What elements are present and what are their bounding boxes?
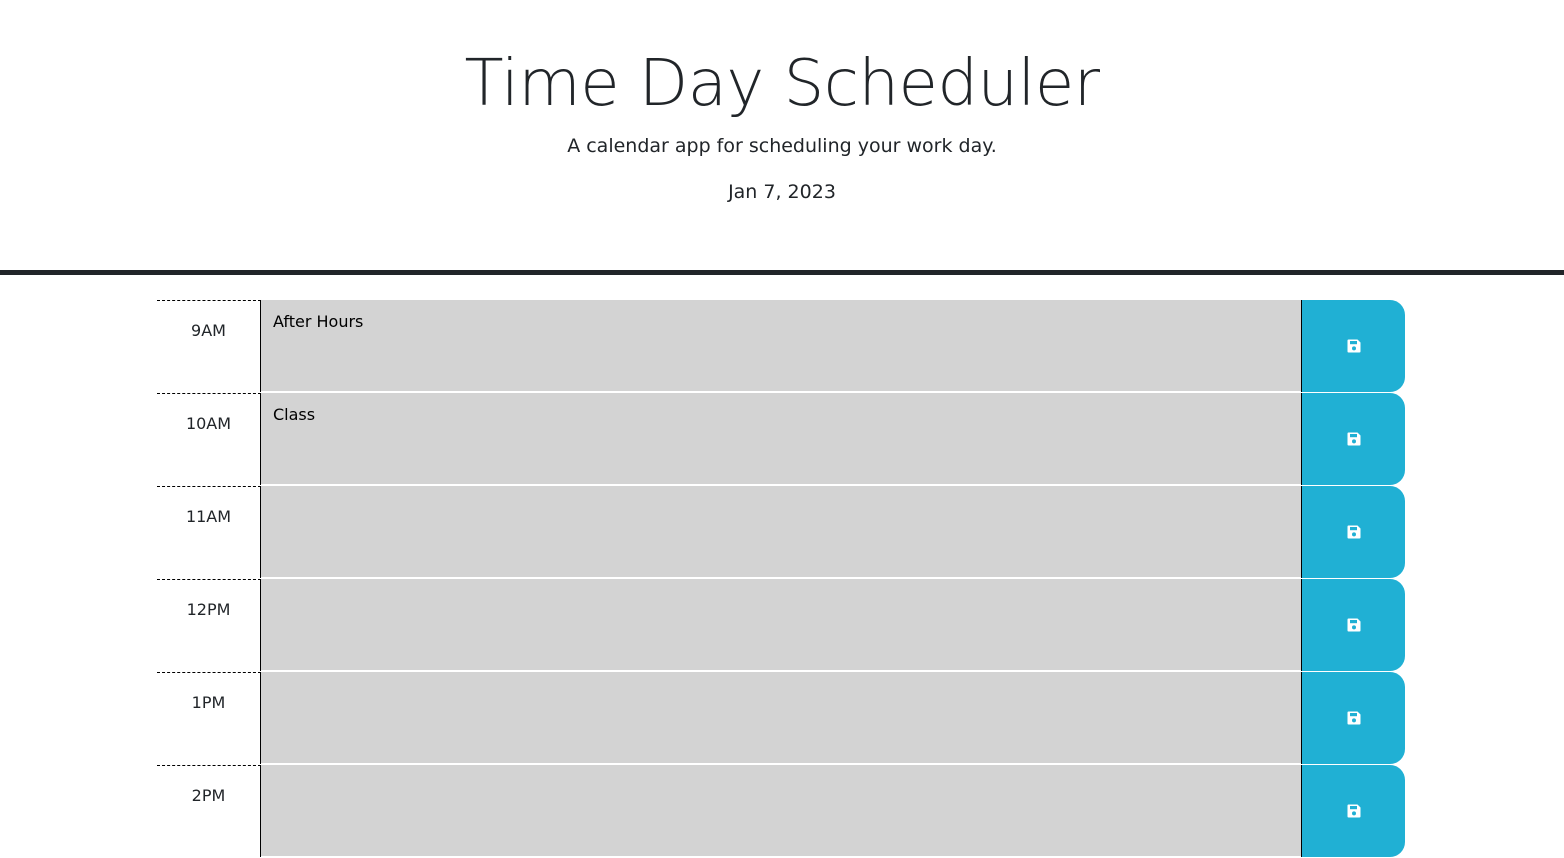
time-block: 12PM [157, 579, 1405, 672]
floppy-disk-icon [1347, 804, 1360, 818]
current-date: Jan 7, 2023 [728, 181, 836, 203]
page-title: Time Day Scheduler [464, 47, 1100, 121]
header: Time Day Scheduler A calendar app for sc… [0, 0, 1564, 275]
time-block-list: 9AM After Hours 10AM Class 11AM 12PM 1PM… [157, 300, 1405, 858]
time-block: 11AM [157, 486, 1405, 579]
time-block: 9AM After Hours [157, 300, 1405, 393]
floppy-disk-icon [1347, 339, 1360, 353]
time-block: 1PM [157, 672, 1405, 765]
floppy-disk-icon [1347, 618, 1360, 632]
page-subtitle: A calendar app for scheduling your work … [567, 135, 997, 157]
hour-label: 9AM [157, 300, 261, 392]
hour-label: 11AM [157, 486, 261, 578]
hour-label: 2PM [157, 765, 261, 857]
save-button[interactable] [1301, 672, 1405, 764]
save-button[interactable] [1301, 765, 1405, 857]
event-description-input[interactable] [261, 579, 1301, 671]
event-description-input[interactable] [261, 765, 1301, 857]
time-block: 10AM Class [157, 393, 1405, 486]
save-button[interactable] [1301, 393, 1405, 485]
save-button[interactable] [1301, 486, 1405, 578]
event-description-input[interactable] [261, 672, 1301, 764]
hour-label: 10AM [157, 393, 261, 485]
hour-label: 1PM [157, 672, 261, 764]
floppy-disk-icon [1347, 711, 1360, 725]
floppy-disk-icon [1347, 525, 1360, 539]
event-description-input[interactable]: After Hours [261, 300, 1301, 392]
save-button[interactable] [1301, 579, 1405, 671]
time-block: 2PM [157, 765, 1405, 858]
save-button[interactable] [1301, 300, 1405, 392]
floppy-disk-icon [1347, 432, 1360, 446]
event-description-input[interactable] [261, 486, 1301, 578]
event-description-input[interactable]: Class [261, 393, 1301, 485]
hour-label: 12PM [157, 579, 261, 671]
